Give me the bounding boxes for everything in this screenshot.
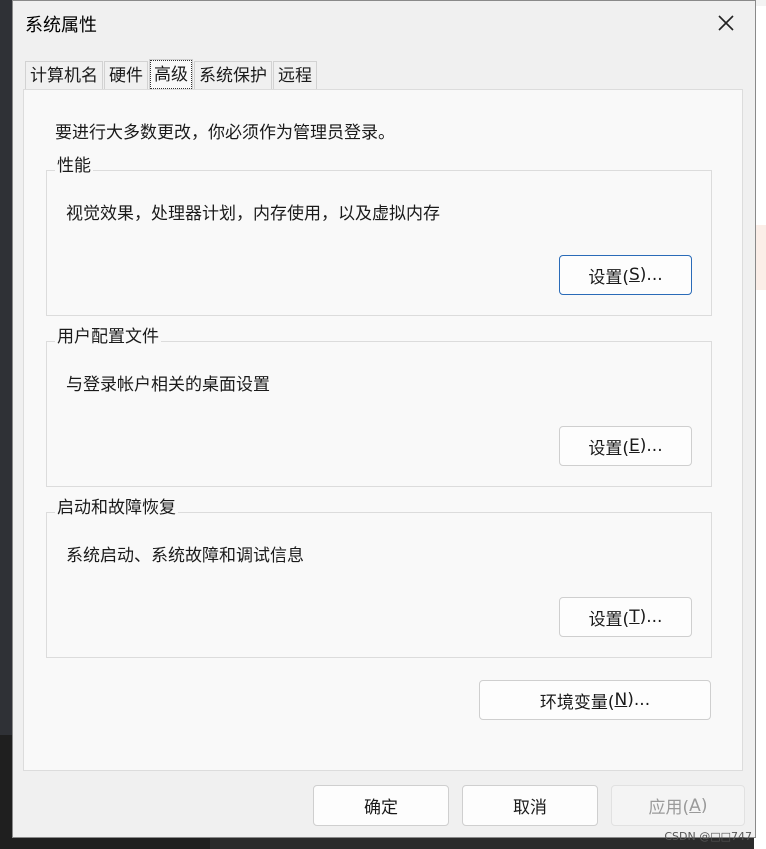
performance-group-title: 性能 (55, 151, 93, 176)
tab-advanced[interactable]: 高级 (149, 59, 193, 90)
button-accelerator: A (689, 795, 701, 816)
advanced-tab-panel: 要进行大多数更改，你必须作为管理员登录。 性能 视觉效果，处理器计划，内存使用，… (23, 89, 743, 771)
button-label: 设置( (588, 609, 630, 630)
apply-button[interactable]: 应用(A) (611, 785, 745, 826)
button-label: 设置( (588, 267, 629, 288)
tab-hardware[interactable]: 硬件 (104, 61, 148, 90)
button-accelerator: T (629, 607, 640, 627)
dialog-title: 系统属性 (25, 15, 97, 36)
button-accelerator: S (629, 265, 640, 285)
startup-recovery-settings-button[interactable]: 设置(T)... (559, 597, 692, 637)
user-profiles-group: 用户配置文件 与登录帐户相关的桌面设置 设置(E)... (46, 322, 712, 487)
startup-recovery-group: 启动和故障恢复 系统启动、系统故障和调试信息 设置(T)... (46, 493, 712, 658)
startup-recovery-description: 系统启动、系统故障和调试信息 (66, 546, 304, 566)
tab-remote[interactable]: 远程 (273, 61, 317, 90)
button-accelerator: N (614, 690, 628, 710)
button-label: 设置( (588, 438, 630, 459)
cancel-button[interactable]: 取消 (462, 785, 598, 826)
button-label-suffix: )... (627, 690, 651, 710)
ok-button[interactable]: 确定 (313, 785, 449, 826)
user-profiles-group-title: 用户配置文件 (55, 322, 161, 347)
close-button[interactable] (709, 7, 743, 39)
tab-computer-name[interactable]: 计算机名 (25, 61, 103, 90)
user-profiles-description: 与登录帐户相关的桌面设置 (66, 375, 270, 395)
performance-settings-button[interactable]: 设置(S)... (559, 255, 692, 295)
startup-recovery-group-title: 启动和故障恢复 (55, 493, 178, 518)
button-accelerator: E (629, 436, 640, 456)
user-profiles-settings-button[interactable]: 设置(E)... (559, 426, 692, 466)
system-properties-dialog: 系统属性 计算机名 硬件 高级 系统保护 远程 要进行大多数更改，你必须作为管理… (12, 0, 756, 838)
watermark: CSDN @□□747 (664, 830, 752, 843)
close-icon (718, 15, 734, 31)
performance-group: 性能 视觉效果，处理器计划，内存使用，以及虚拟内存 设置(S)... (46, 151, 712, 316)
button-label-suffix: )... (639, 265, 663, 285)
tab-bar: 计算机名 硬件 高级 系统保护 远程 (25, 59, 318, 90)
admin-notice: 要进行大多数更改，你必须作为管理员登录。 (55, 123, 395, 143)
button-label-suffix: )... (639, 436, 663, 456)
button-label: 环境变量( (539, 692, 615, 713)
button-label: 应用( (648, 798, 690, 818)
button-label-suffix: ) (700, 795, 708, 816)
performance-description: 视觉效果，处理器计划，内存使用，以及虚拟内存 (66, 204, 440, 224)
button-label-suffix: )... (639, 607, 663, 627)
tab-system-protection[interactable]: 系统保护 (194, 61, 272, 90)
background-app-left (0, 0, 12, 849)
environment-variables-button[interactable]: 环境变量(N)... (479, 680, 711, 720)
